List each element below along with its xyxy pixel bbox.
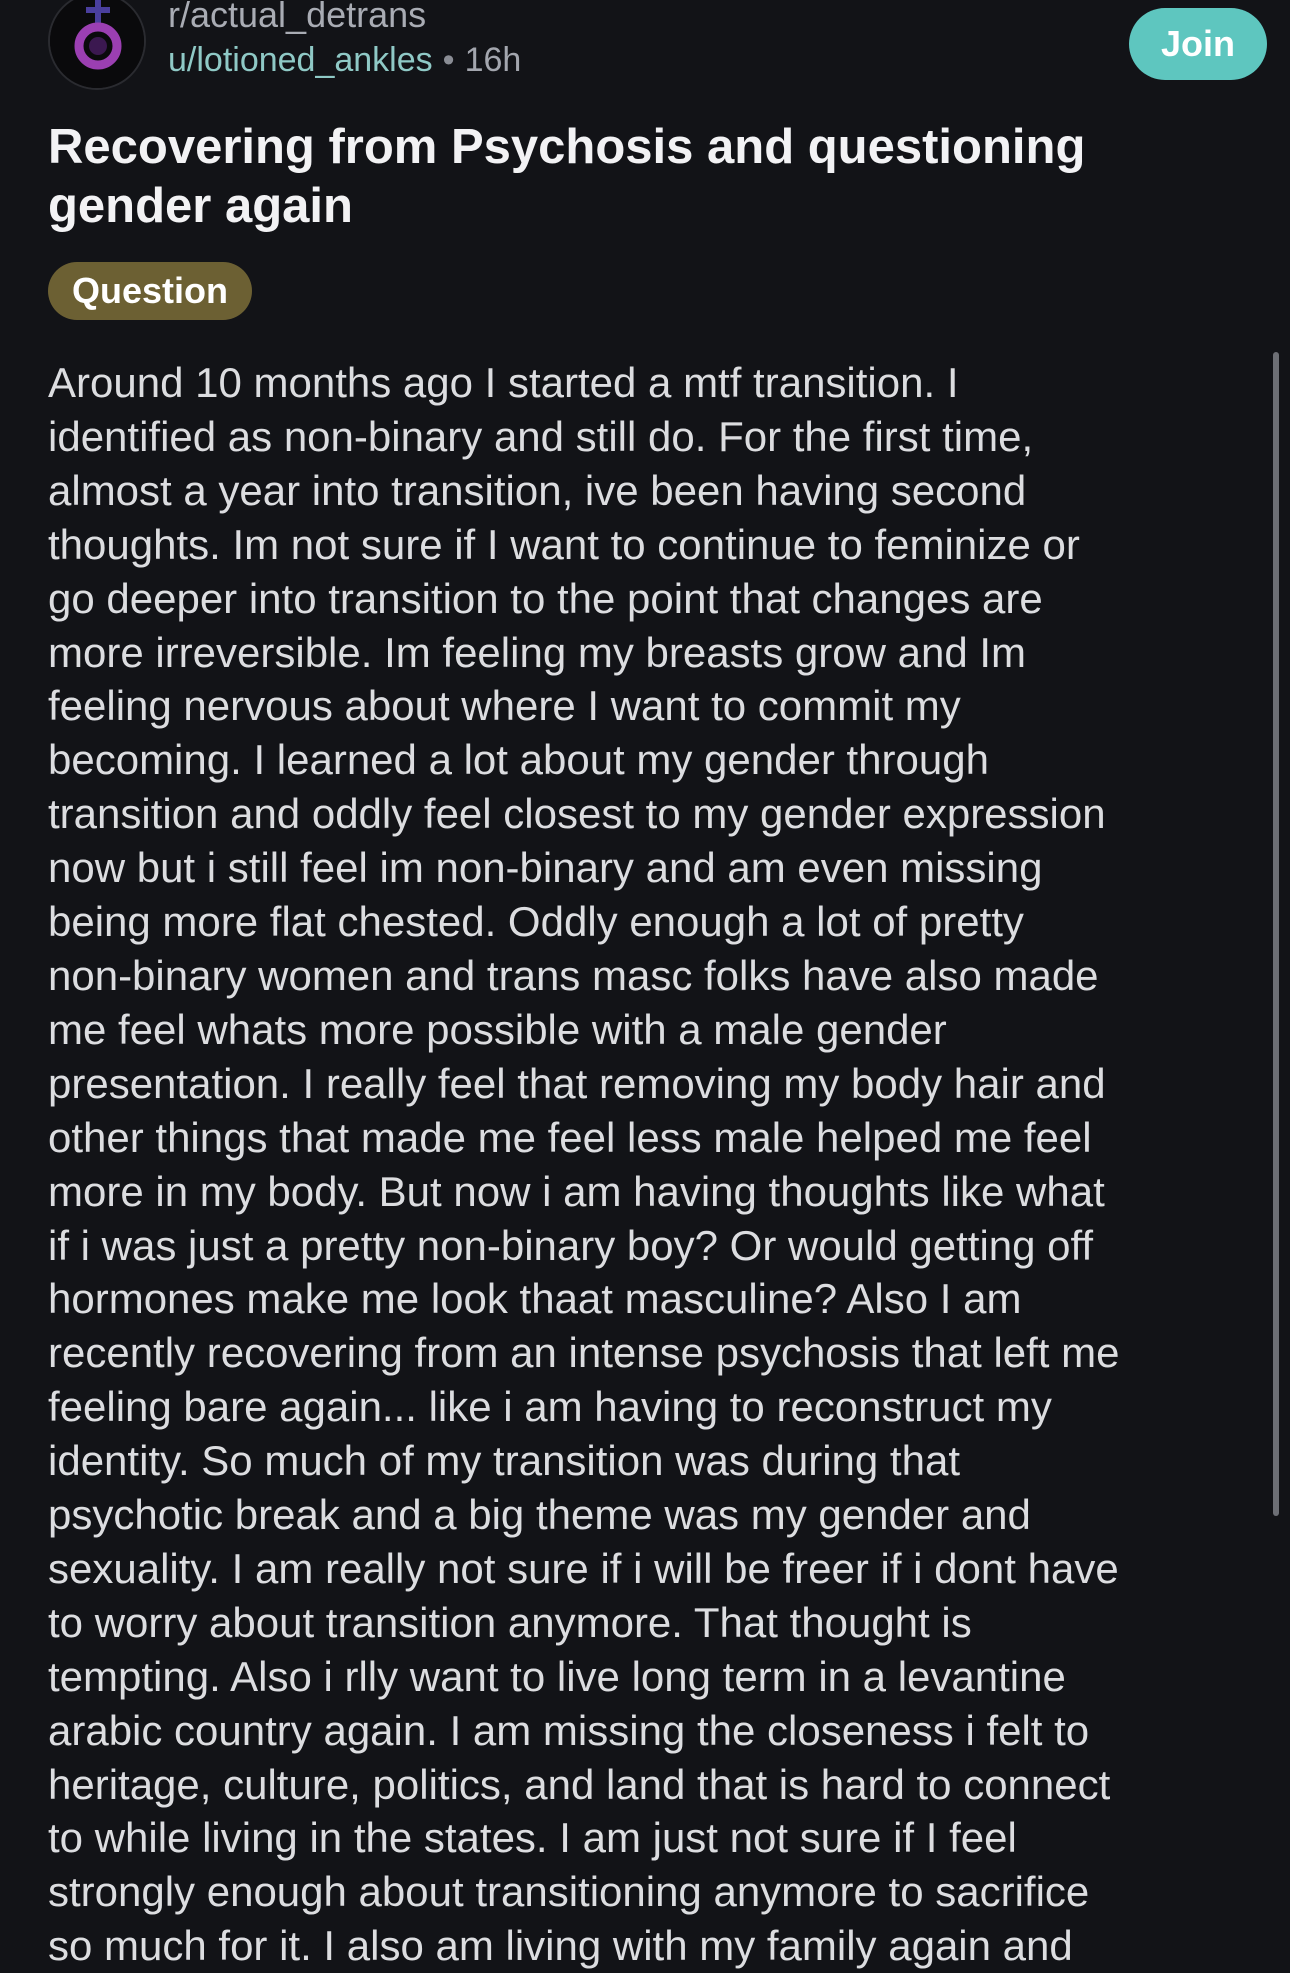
post-title: Recovering from Psychosis and questionin… — [48, 120, 1086, 233]
join-button[interactable]: Join — [1129, 8, 1267, 80]
post-header: r/actual_detrans u/lotioned_ankles • 16h J… — [48, 0, 1267, 100]
subreddit-link[interactable]: r/actual_detrans — [168, 0, 521, 36]
community-avatar[interactable] — [48, 0, 146, 90]
gender-symbol-icon — [50, 0, 144, 88]
post-age: 16h — [464, 41, 522, 79]
post-flair[interactable]: Question — [48, 262, 253, 320]
author-link[interactable]: u/lotioned_ankles — [168, 41, 433, 79]
meta-separator: • — [442, 41, 455, 79]
post-meta: r/actual_detrans u/lotioned_ankles • 16h — [168, 0, 521, 82]
post-body: Around 10 months ago I started a mtf tra… — [48, 359, 1120, 1970]
scrollbar[interactable] — [1273, 352, 1279, 1516]
byline: u/lotioned_ankles • 16h — [168, 38, 521, 82]
